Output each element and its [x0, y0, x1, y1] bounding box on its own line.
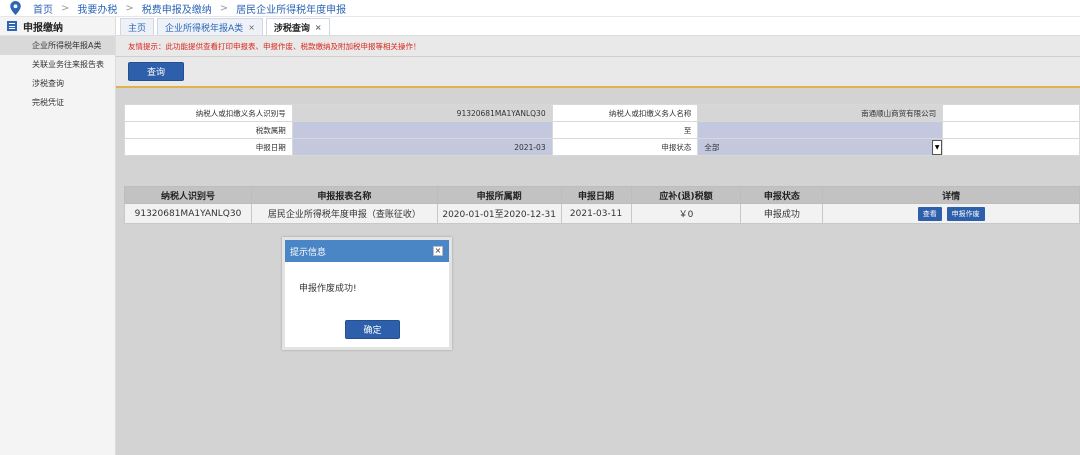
cell-amount: ￥0	[630, 203, 742, 224]
result-table: 纳税人识别号 申报报表名称 申报所属期 申报日期 应补(退)税额 申报状态 详情…	[124, 186, 1080, 224]
sidebar-header-label: 申报缴纳	[23, 22, 63, 34]
column-header: 应补(退)税额	[630, 186, 742, 204]
tab-label: 主页	[128, 23, 147, 34]
table-header-row: 纳税人识别号 申报报表名称 申报所属期 申报日期 应补(退)税额 申报状态 详情	[124, 186, 1080, 204]
breadcrumb-separator: >	[125, 2, 134, 14]
query-form: 纳税人或扣缴义务人识别号 91320681MA1YANLQ30 纳税人或扣缴义务…	[124, 104, 1080, 156]
cell-form-name: 居民企业所得税年度申报（查账征收）	[250, 203, 438, 224]
declare-status-value: 全部	[704, 142, 720, 152]
period-to-label: 至	[551, 121, 699, 139]
cell-taxpayer-id: 91320681MA1YANLQ30	[124, 203, 252, 224]
cell-status: 申报成功	[740, 203, 824, 224]
period-end-field[interactable]	[697, 121, 944, 139]
cell-period: 2020-01-01至2020-12-31	[436, 203, 562, 224]
sidebar-item-related-transactions[interactable]: 关联业务往来报告表	[0, 55, 115, 74]
sidebar-header: 申报缴纳	[0, 17, 115, 36]
taxpayer-id-label: 纳税人或扣缴义务人识别号	[124, 104, 293, 122]
taxpayer-name-field: 南通顺山商贸有限公司	[697, 104, 944, 122]
tab-home[interactable]: 主页	[120, 18, 155, 35]
dialog-header: 提示信息 ×	[285, 240, 449, 262]
toolbar: 查询	[116, 57, 1080, 88]
empty-cell	[942, 104, 1080, 122]
breadcrumb: 首页 > 我要办税 > 税费申报及缴纳 > 居民企业所得税年度申报	[0, 0, 1080, 17]
void-declaration-button[interactable]: 申报作废	[946, 206, 985, 221]
ok-button[interactable]: 确定	[345, 320, 400, 339]
notice-banner: 友情提示：此功能提供查看打印申报表、申报作废、税款缴纳及附加税申报等相关操作！	[116, 36, 1080, 57]
close-icon[interactable]: ×	[248, 23, 255, 32]
dialog-message: 申报作废成功!	[299, 284, 357, 294]
declare-date-label: 申报日期	[124, 138, 293, 156]
cell-date: 2021-03-11	[560, 203, 632, 224]
close-icon[interactable]: ×	[315, 23, 322, 32]
menu-list-icon	[7, 21, 17, 31]
cell-actions: 查看 申报作废	[822, 203, 1080, 224]
column-header: 纳税人识别号	[124, 186, 252, 204]
period-label: 税款属期	[124, 121, 293, 139]
column-header: 申报报表名称	[250, 186, 438, 204]
declare-status-select[interactable]: 全部 ▼	[697, 138, 944, 156]
sidebar-item-tax-certificate[interactable]: 完税凭证	[0, 93, 115, 112]
message-dialog: 提示信息 × 申报作废成功! 确定	[282, 237, 452, 350]
breadcrumb-annual-declaration[interactable]: 居民企业所得税年度申报	[236, 1, 346, 16]
tab-tax-query[interactable]: 涉税查询 ×	[265, 18, 330, 35]
dropdown-arrow-icon[interactable]: ▼	[932, 139, 943, 155]
tab-label: 企业所得税年报A类	[165, 23, 244, 34]
breadcrumb-separator: >	[61, 2, 70, 14]
location-pin-icon	[10, 1, 21, 15]
sidebar-item-tax-query[interactable]: 涉税查询	[0, 74, 115, 93]
tab-annual-report-a[interactable]: 企业所得税年报A类 ×	[157, 18, 263, 35]
column-header: 详情	[822, 186, 1080, 204]
column-header: 申报日期	[560, 186, 632, 204]
breadcrumb-separator: >	[219, 2, 229, 14]
tab-label: 涉税查询	[273, 23, 310, 34]
declare-date-field[interactable]: 2021-03	[291, 138, 553, 156]
empty-cell	[942, 138, 1080, 156]
breadcrumb-tax-service[interactable]: 我要办税	[77, 1, 117, 16]
column-header: 申报状态	[740, 186, 824, 204]
breadcrumb-declare-pay[interactable]: 税费申报及缴纳	[142, 1, 212, 16]
main-content: 友情提示：此功能提供查看打印申报表、申报作废、税款缴纳及附加税申报等相关操作！ …	[116, 36, 1080, 455]
sidebar-item-annual-report-a[interactable]: 企业所得税年报A类	[0, 36, 115, 55]
sidebar: 申报缴纳 企业所得税年报A类 关联业务往来报告表 涉税查询 完税凭证	[0, 17, 116, 455]
taxpayer-id-field: 91320681MA1YANLQ30	[291, 104, 553, 122]
dialog-title: 提示信息	[290, 247, 327, 258]
period-start-field[interactable]	[291, 121, 553, 139]
tab-bar: 主页 企业所得税年报A类 × 涉税查询 ×	[116, 17, 1080, 36]
empty-cell	[942, 121, 1080, 139]
declare-status-label: 申报状态	[551, 138, 699, 156]
breadcrumb-home[interactable]: 首页	[33, 1, 53, 16]
query-button[interactable]: 查询	[128, 62, 184, 81]
taxpayer-name-label: 纳税人或扣缴义务人名称	[551, 104, 699, 122]
table-row: 91320681MA1YANLQ30 居民企业所得税年度申报（查账征收） 202…	[124, 203, 1080, 224]
column-header: 申报所属期	[436, 186, 562, 204]
view-button[interactable]: 查看	[917, 206, 942, 221]
close-icon[interactable]: ×	[433, 246, 443, 256]
